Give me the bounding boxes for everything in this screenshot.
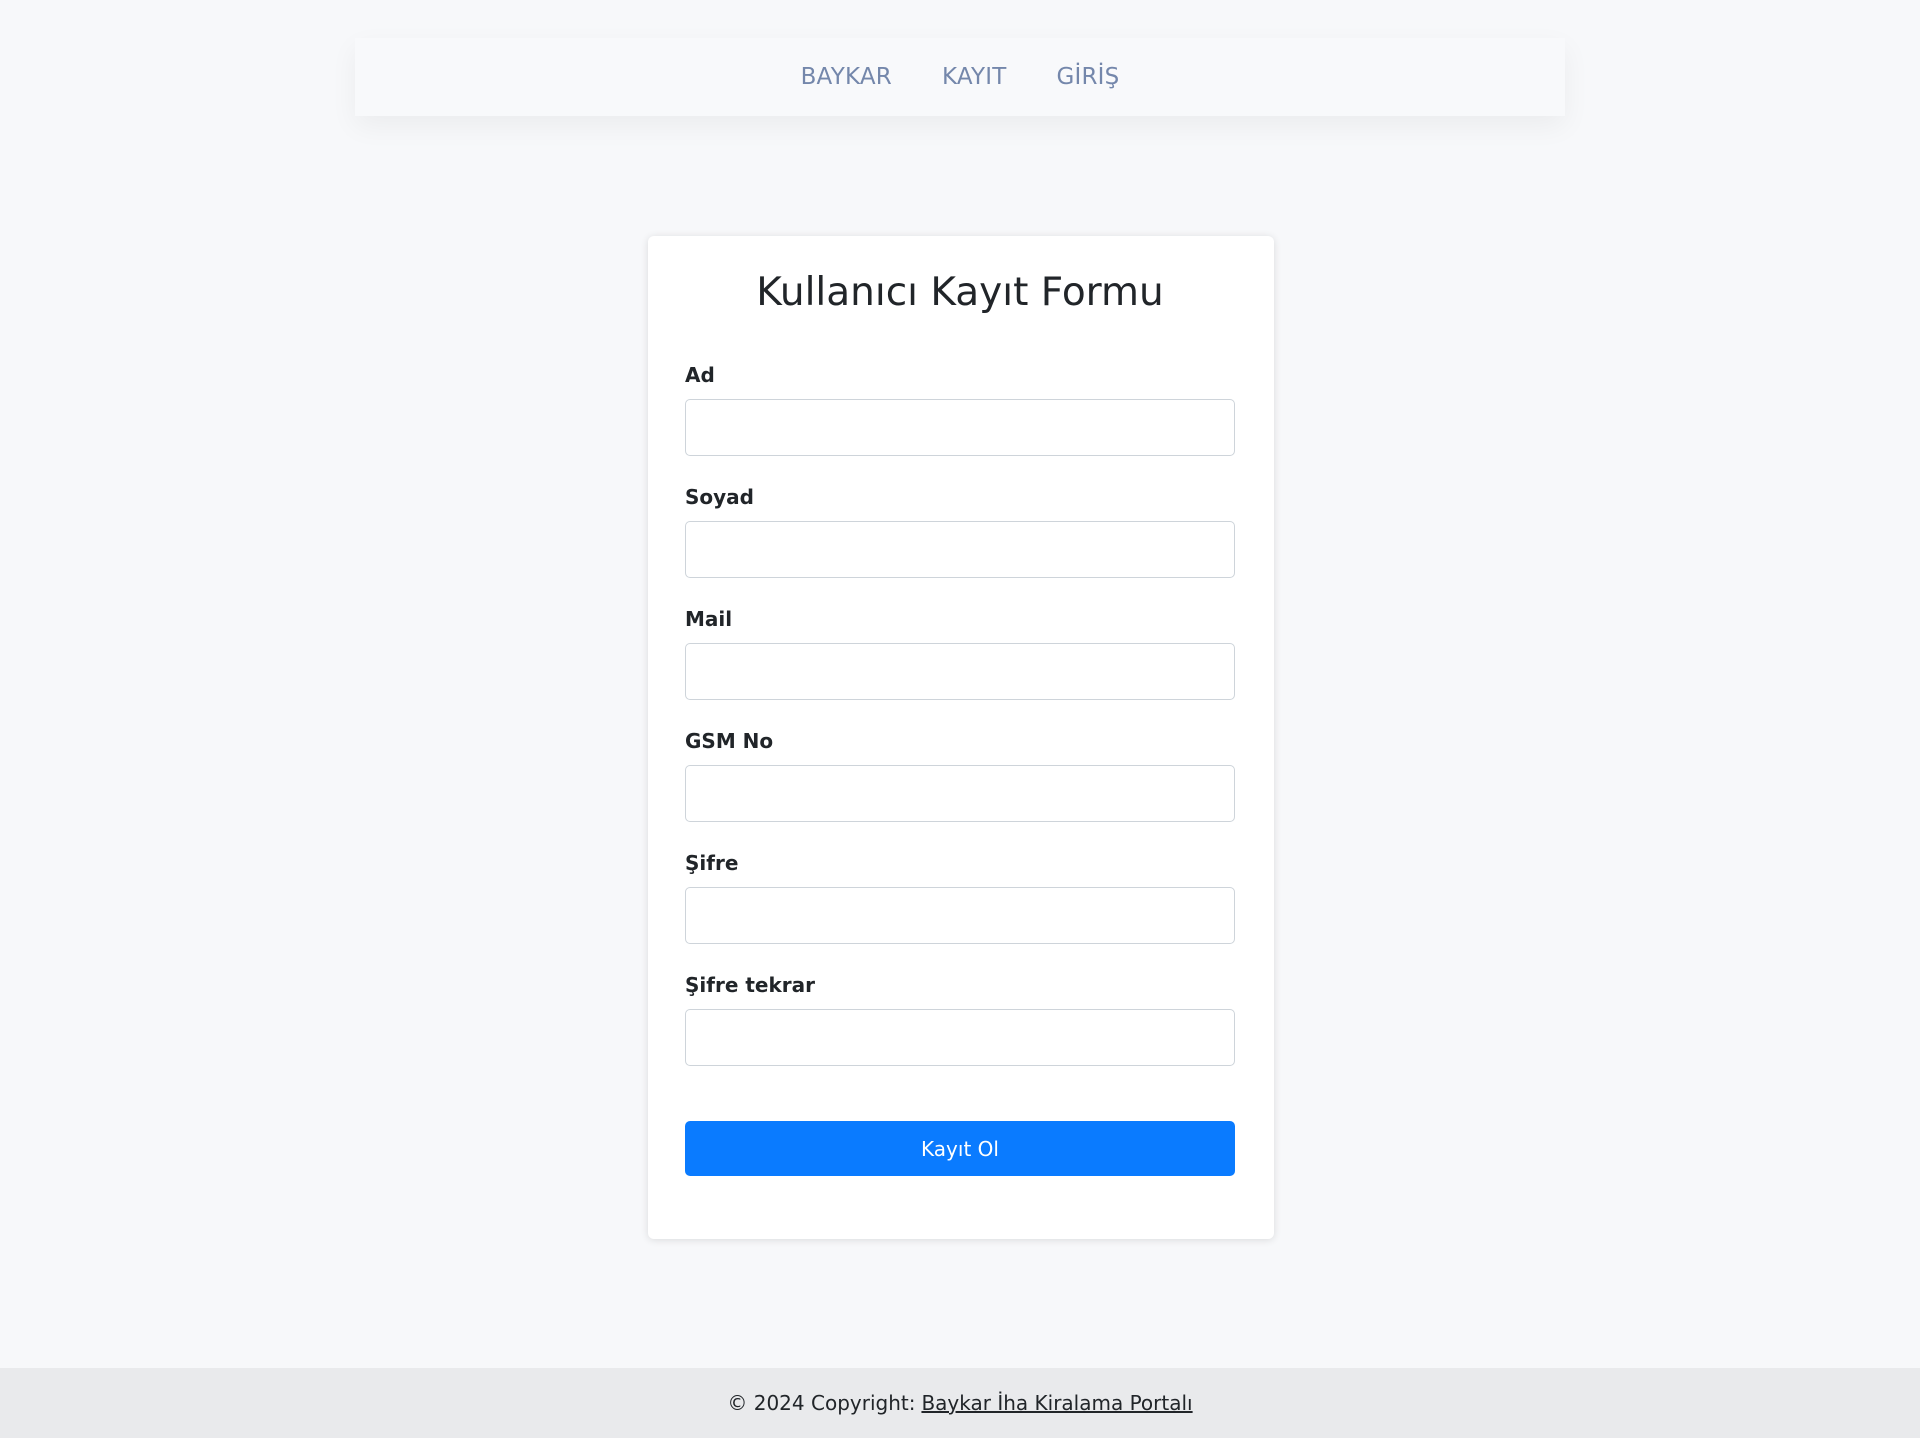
first-name-label: Ad: [685, 363, 715, 387]
password-label: Şifre: [685, 851, 739, 875]
form-title: Kullanıcı Kayıt Formu: [756, 270, 1164, 315]
footer-copyright: © 2024 Copyright:: [727, 1391, 916, 1415]
password-confirm-input[interactable]: [685, 1009, 1235, 1066]
password-confirm-label: Şifre tekrar: [685, 973, 815, 997]
nav-link-giris[interactable]: GİRİŞ: [1031, 64, 1144, 90]
nav-link-baykar[interactable]: BAYKAR: [776, 64, 917, 90]
register-button[interactable]: Kayıt Ol: [685, 1121, 1235, 1176]
last-name-input[interactable]: [685, 521, 1235, 578]
nav-link-kayit[interactable]: KAYIT: [917, 64, 1032, 90]
top-navbar: BAYKAR KAYIT GİRİŞ: [355, 38, 1565, 116]
email-input[interactable]: [685, 643, 1235, 700]
footer-portal-link[interactable]: Baykar İha Kiralama Portalı: [921, 1391, 1192, 1415]
password-input[interactable]: [685, 887, 1235, 944]
last-name-label: Soyad: [685, 485, 754, 509]
first-name-input[interactable]: [685, 399, 1235, 456]
footer: © 2024 Copyright: Baykar İha Kiralama Po…: [0, 1368, 1920, 1438]
gsm-input[interactable]: [685, 765, 1235, 822]
gsm-label: GSM No: [685, 729, 774, 753]
email-label: Mail: [685, 607, 733, 631]
